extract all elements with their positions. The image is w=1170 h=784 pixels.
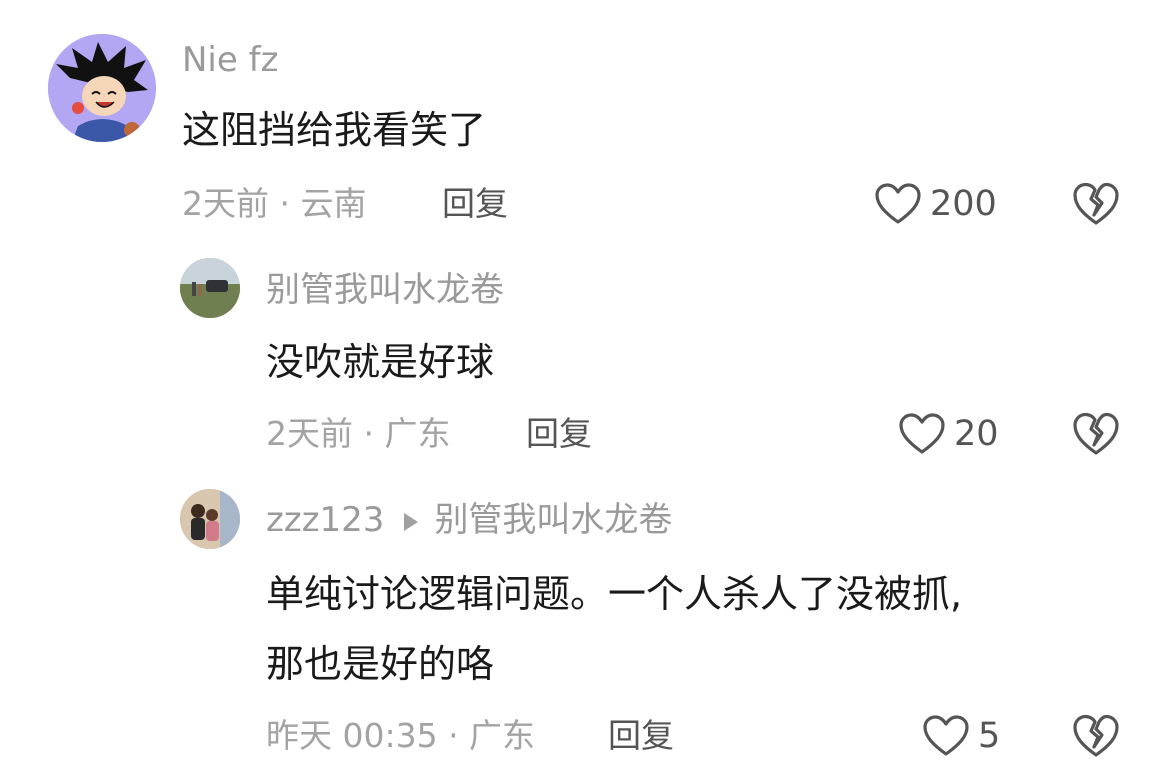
comment-list: Nie fz 这阻挡给我看笑了 2天前 · 云南 回复 200 别管我叫水龙卷 … xyxy=(0,0,1170,784)
comment-username: zzz123 别管我叫水龙卷 xyxy=(266,500,672,540)
comment-username-link[interactable]: zzz123 xyxy=(266,500,384,540)
comment-text-line-2: 那也是好的咯 xyxy=(266,642,495,686)
dislike-button[interactable] xyxy=(1072,713,1120,761)
comment-meta: 昨天 00:35 · 广东 xyxy=(266,716,536,755)
comment-text-line-1: 单纯讨论逻辑问题。一个人杀人了没被抓, xyxy=(266,572,963,616)
reply-to-username[interactable]: 别管我叫水龙卷 xyxy=(434,500,672,540)
avatar[interactable] xyxy=(180,489,240,549)
triangle-right-icon xyxy=(404,512,419,531)
people-photo-avatar-icon xyxy=(180,489,240,549)
heart-outline-icon xyxy=(923,715,969,756)
broken-heart-icon xyxy=(1073,714,1119,757)
like-button[interactable]: 5 xyxy=(922,712,1000,760)
reply-button[interactable]: 回复 xyxy=(608,716,674,756)
like-count: 5 xyxy=(978,716,1001,756)
reply-item: zzz123 别管我叫水龙卷 单纯讨论逻辑问题。一个人杀人了没被抓, 那也是好的咯… xyxy=(0,0,1170,784)
